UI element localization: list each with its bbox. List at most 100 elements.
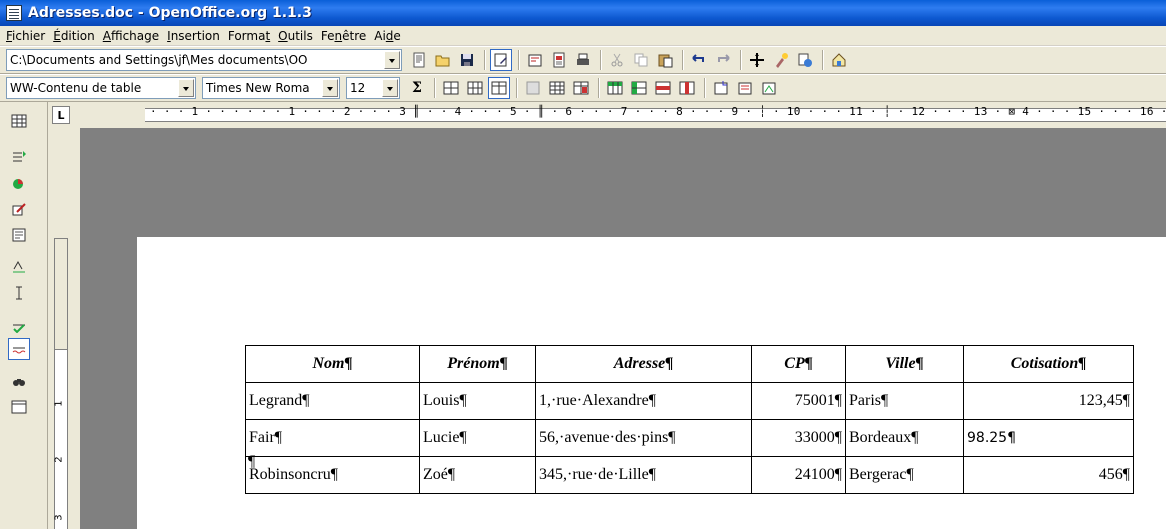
horizontal-ruler[interactable]: · · · 1 · · · · · · 1 · · · 2 · · · 3 ║ … bbox=[80, 104, 1166, 126]
menu-edition[interactable]: Édition bbox=[49, 29, 99, 43]
ruler-number: 2 bbox=[53, 456, 65, 463]
spelling-icon[interactable] bbox=[8, 314, 30, 336]
menu-affichage[interactable]: Affichage bbox=[99, 29, 163, 43]
table-cell[interactable]: Lucie¶ bbox=[419, 419, 536, 457]
edit-icon[interactable] bbox=[8, 198, 30, 220]
table-cell[interactable]: Zoé¶ bbox=[419, 456, 536, 494]
menu-insertion[interactable]: Insertion bbox=[163, 29, 224, 43]
table-cell[interactable]: 75001¶ bbox=[751, 382, 846, 420]
header-cell[interactable]: CP¶ bbox=[751, 345, 846, 383]
document-area[interactable]: Nom¶ Prénom¶ Adresse¶ CP¶ Ville¶ Cotisat… bbox=[80, 128, 1166, 529]
autospell-icon[interactable] bbox=[8, 338, 30, 360]
edit-mode-icon[interactable] bbox=[490, 49, 512, 71]
redo-icon[interactable] bbox=[712, 49, 734, 71]
header-cell[interactable]: Cotisation¶ bbox=[963, 345, 1134, 383]
data-sources-icon[interactable] bbox=[8, 396, 30, 418]
table-cell[interactable]: Bordeaux¶ bbox=[845, 419, 964, 457]
paragraph-style-select[interactable]: WW-Contenu de table bbox=[6, 77, 196, 99]
text-cursor-icon[interactable] bbox=[8, 282, 30, 304]
split-cells-icon[interactable] bbox=[464, 77, 486, 99]
chevron-down-icon[interactable] bbox=[322, 79, 338, 97]
print-icon[interactable] bbox=[572, 49, 594, 71]
export-pdf-icon[interactable] bbox=[524, 49, 546, 71]
table-cell[interactable]: 33000¶ bbox=[751, 419, 846, 457]
insert-caption-icon[interactable] bbox=[734, 77, 756, 99]
table-cell[interactable]: 456¶ bbox=[963, 456, 1134, 494]
sort-icon[interactable] bbox=[710, 77, 732, 99]
stylist-icon[interactable] bbox=[770, 49, 792, 71]
header-cell[interactable]: Prénom¶ bbox=[419, 345, 536, 383]
spellcheck-icon[interactable] bbox=[8, 256, 30, 278]
font-name-select[interactable]: Times New Roma bbox=[202, 77, 340, 99]
edit-file-icon[interactable] bbox=[408, 49, 430, 71]
table-cell[interactable]: 24100¶ bbox=[751, 456, 846, 494]
chevron-down-icon[interactable] bbox=[178, 79, 194, 97]
menu-fichier[interactable]: Fichier bbox=[2, 29, 49, 43]
paste-icon[interactable] bbox=[654, 49, 676, 71]
table-cell[interactable]: Robinsoncru¶ bbox=[245, 456, 420, 494]
function-toolbar: C:\Documents and Settings\jf\Mes documen… bbox=[0, 46, 1166, 74]
ruler-number: 1 bbox=[53, 400, 65, 407]
insert-table-icon[interactable] bbox=[8, 110, 30, 132]
optimize-icon[interactable] bbox=[488, 77, 510, 99]
table-cell[interactable]: Louis¶ bbox=[419, 382, 536, 420]
chevron-down-icon[interactable] bbox=[384, 51, 400, 69]
insert-object-icon[interactable] bbox=[8, 172, 30, 194]
table-cell[interactable]: Fair¶ bbox=[245, 419, 420, 457]
font-size-value: 12 bbox=[350, 81, 366, 95]
text-box-icon[interactable] bbox=[8, 224, 30, 246]
vertical-ruler[interactable]: 1 2 3 bbox=[52, 128, 70, 529]
insert-fields-icon[interactable] bbox=[8, 146, 30, 168]
table-cell[interactable]: Bergerac¶ bbox=[845, 456, 964, 494]
tab-stop-type-button[interactable]: L bbox=[52, 106, 70, 124]
delete-row-icon[interactable] bbox=[604, 77, 626, 99]
document-path-select[interactable]: C:\Documents and Settings\jf\Mes documen… bbox=[6, 49, 402, 71]
number-format-icon[interactable] bbox=[758, 77, 780, 99]
table-cell[interactable]: 98.25¶ bbox=[963, 419, 1134, 457]
print-direct-icon[interactable] bbox=[548, 49, 570, 71]
menu-format[interactable]: Format bbox=[224, 29, 274, 43]
ruler-ticks: · · · 1 · · · · · · 1 · · · 2 · · · 3 ║ … bbox=[150, 105, 1166, 118]
header-cell[interactable]: Adresse¶ bbox=[535, 345, 752, 383]
address-table[interactable]: Nom¶ Prénom¶ Adresse¶ CP¶ Ville¶ Cotisat… bbox=[245, 345, 1134, 494]
open-folder-icon[interactable] bbox=[432, 49, 454, 71]
header-cell[interactable]: Ville¶ bbox=[845, 345, 964, 383]
table-cell[interactable]: 345,·rue·de·Lille¶ bbox=[535, 456, 752, 494]
table-properties-icon[interactable] bbox=[652, 77, 674, 99]
hyperlink-icon[interactable] bbox=[794, 49, 816, 71]
gallery-icon[interactable] bbox=[828, 49, 850, 71]
toolbar-separator bbox=[598, 78, 600, 98]
menu-outils[interactable]: Outils bbox=[274, 29, 317, 43]
main-toolbar bbox=[0, 102, 48, 529]
save-icon[interactable] bbox=[456, 49, 478, 71]
paragraph-mark[interactable]: ¶ bbox=[248, 453, 255, 471]
toolbar-separator bbox=[434, 78, 436, 98]
delete-column-icon[interactable] bbox=[628, 77, 650, 99]
sum-button[interactable]: Σ bbox=[406, 77, 428, 99]
find-replace-icon[interactable] bbox=[8, 370, 30, 392]
undo-icon[interactable] bbox=[688, 49, 710, 71]
borders-icon[interactable] bbox=[522, 77, 544, 99]
cut-icon[interactable] bbox=[606, 49, 628, 71]
object-toolbar: WW-Contenu de table Times New Roma 12 Σ bbox=[0, 74, 1166, 102]
table-cell[interactable]: 56,·avenue·des·pins¶ bbox=[535, 419, 752, 457]
chevron-down-icon[interactable] bbox=[382, 79, 398, 97]
autoformat-icon[interactable] bbox=[676, 77, 698, 99]
menu-aide[interactable]: Aide bbox=[370, 29, 405, 43]
title-bar: Adresses.doc - OpenOffice.org 1.1.3 bbox=[0, 0, 1166, 26]
table-cell[interactable]: 1,·rue·Alexandre¶ bbox=[535, 382, 752, 420]
header-cell[interactable]: Nom¶ bbox=[245, 345, 420, 383]
font-size-select[interactable]: 12 bbox=[346, 77, 400, 99]
table-cell[interactable]: Paris¶ bbox=[845, 382, 964, 420]
navigator-icon[interactable] bbox=[746, 49, 768, 71]
menu-fenetre[interactable]: Fenêtre bbox=[317, 29, 370, 43]
insert-column-icon[interactable] bbox=[570, 77, 592, 99]
toolbar-separator bbox=[484, 50, 486, 70]
document-page[interactable]: Nom¶ Prénom¶ Adresse¶ CP¶ Ville¶ Cotisat… bbox=[137, 237, 1166, 529]
insert-row-icon[interactable] bbox=[546, 77, 568, 99]
table-cell[interactable]: Legrand¶ bbox=[245, 382, 420, 420]
copy-icon[interactable] bbox=[630, 49, 652, 71]
merge-cells-icon[interactable] bbox=[440, 77, 462, 99]
table-row: Fair¶ Lucie¶ 56,·avenue·des·pins¶ 33000¶… bbox=[245, 419, 1134, 457]
table-cell[interactable]: 123,45¶ bbox=[963, 382, 1134, 420]
